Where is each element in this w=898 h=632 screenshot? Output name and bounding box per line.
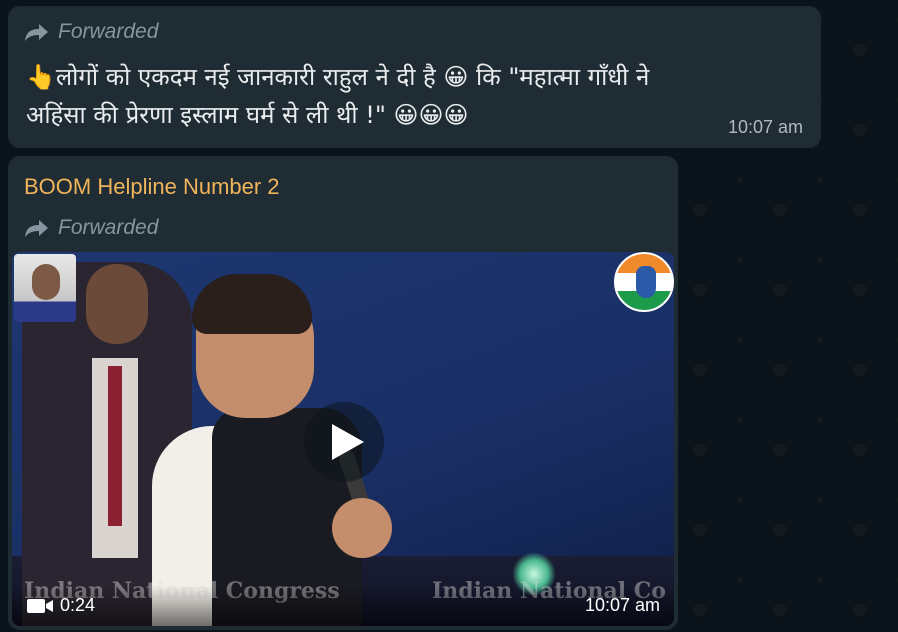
message-text-line: 👆लोगों को एकदम नई जानकारी राहुल ने दी है…	[26, 63, 650, 91]
video-camera-icon	[27, 598, 53, 613]
forwarded-label: Forwarded	[58, 20, 159, 43]
video-overlay-thumbnail	[14, 254, 76, 322]
play-icon	[332, 424, 364, 460]
message-timestamp: 10:07 am	[727, 117, 803, 137]
forward-arrow-icon	[25, 24, 48, 41]
message-text-line: अहिंसा की प्रेरणा इस्लाम घर्म से ली थी !…	[26, 101, 469, 129]
sender-name[interactable]: BOOM Helpline Number 2	[24, 174, 280, 200]
video-thumbnail[interactable]: Indian National Congress Indian National…	[12, 252, 674, 626]
congress-logo	[614, 252, 674, 312]
message-timestamp: 10:07 am	[584, 595, 660, 615]
video-info-bar	[12, 586, 674, 626]
video-duration: 0:24	[26, 595, 95, 616]
video-duration-label: 0:24	[60, 595, 96, 615]
message-text: 👆लोगों को एकदम नई जानकारी राहुल ने दी है…	[26, 58, 806, 134]
forwarded-indicator: Forwarded	[24, 216, 158, 240]
forwarded-indicator: Forwarded	[24, 20, 158, 44]
forward-arrow-icon	[25, 220, 48, 237]
play-button[interactable]	[304, 402, 384, 482]
message-bubble-video[interactable]: BOOM Helpline Number 2 Forwarded Indian …	[8, 156, 678, 630]
message-bubble-text[interactable]: Forwarded 👆लोगों को एकदम नई जानकारी राहु…	[8, 6, 821, 148]
forwarded-label: Forwarded	[58, 216, 159, 239]
